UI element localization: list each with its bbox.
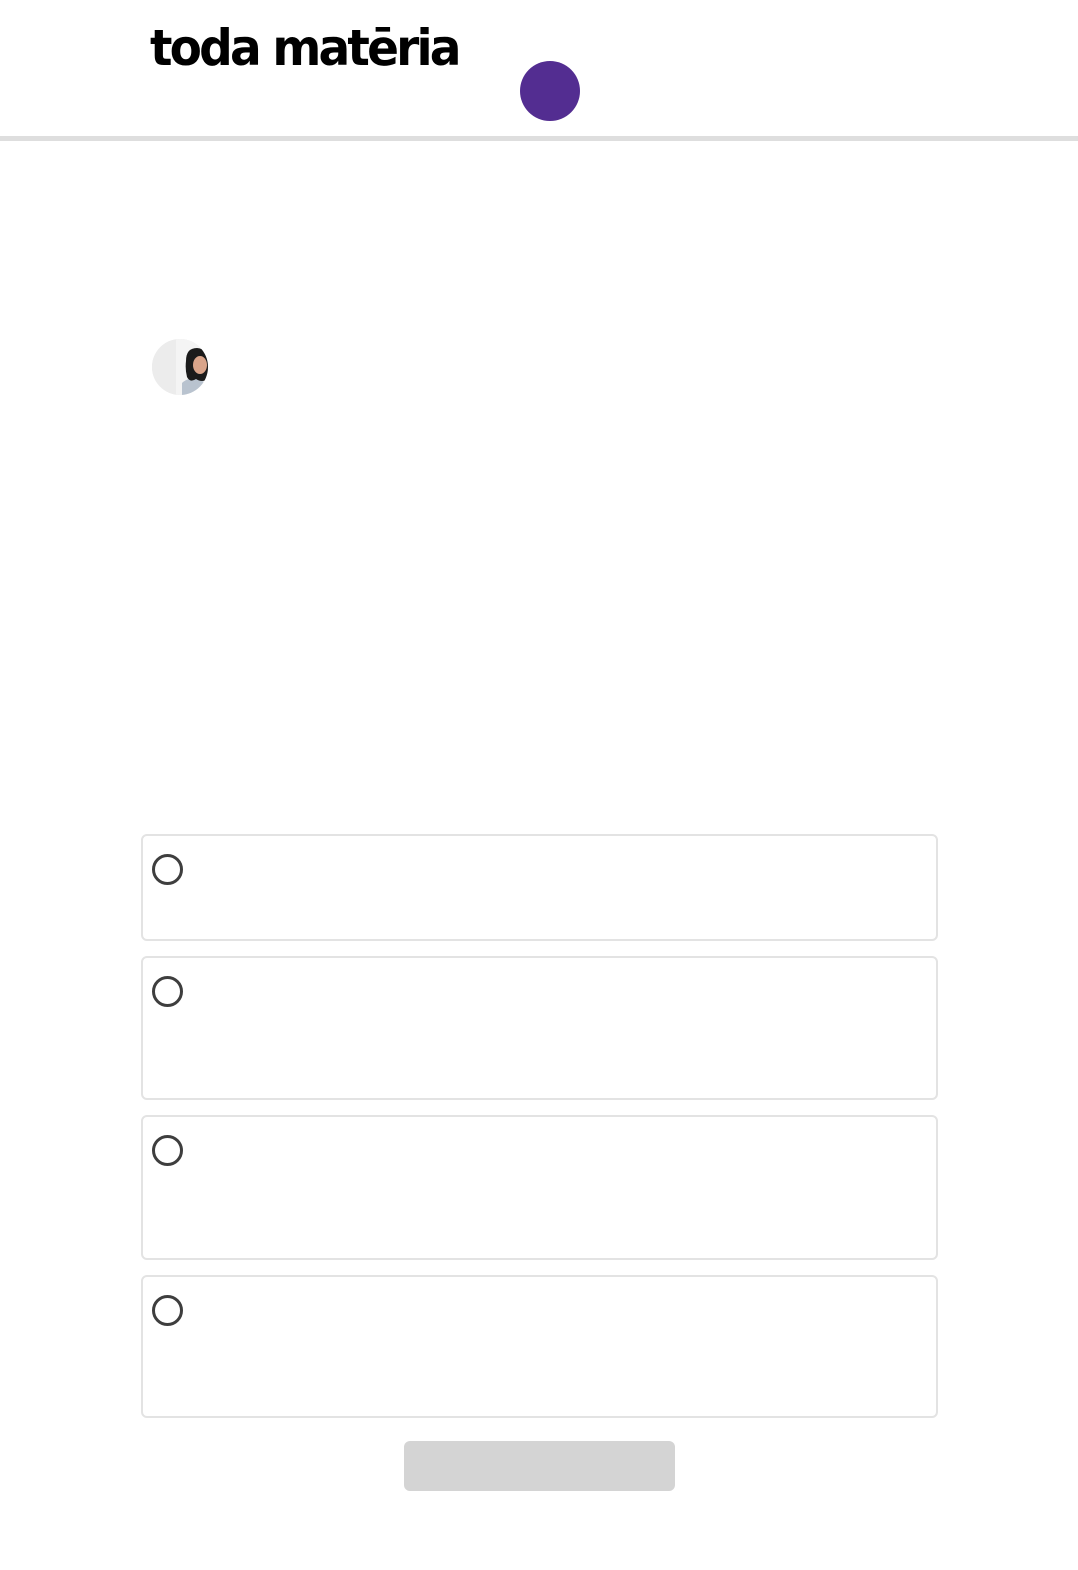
header-divider — [0, 136, 1078, 141]
quiz-option[interactable] — [141, 834, 938, 941]
author-photo-icon — [152, 339, 208, 395]
author-avatar[interactable] — [152, 339, 208, 395]
site-logo[interactable]: toda matēria — [150, 18, 462, 78]
radio-button[interactable] — [152, 976, 183, 1007]
quiz-option[interactable] — [141, 1115, 938, 1260]
site-header: toda matēria — [0, 0, 1078, 136]
radio-button[interactable] — [152, 854, 183, 885]
quiz-option[interactable] — [141, 1275, 938, 1418]
quiz-options — [141, 834, 938, 1433]
quiz-option[interactable] — [141, 956, 938, 1100]
radio-button[interactable] — [152, 1135, 183, 1166]
header-circle — [520, 61, 580, 121]
submit-answer-button[interactable] — [404, 1441, 675, 1491]
radio-button[interactable] — [152, 1295, 183, 1326]
